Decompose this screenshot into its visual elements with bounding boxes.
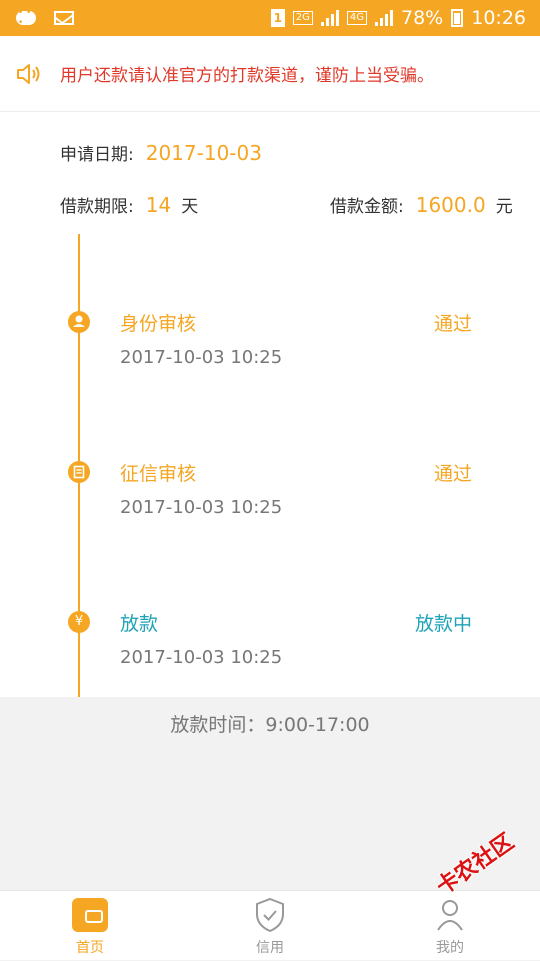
chat-icon [16,8,36,28]
yen-icon: ¥ [68,611,90,633]
mail-icon [54,11,74,25]
tab-label: 首页 [76,940,104,956]
timeline-step-identity: 身份审核 通过 2017-10-03 10:25 [0,311,540,381]
loan-term-unit: 天 [181,197,199,217]
timeline-step-credit: 征信审核 通过 2017-10-03 10:25 [0,461,540,531]
loan-term-value: 14 [145,193,172,217]
document-icon [68,461,90,483]
status-bar: 1 2G 4G 78% 10:26 [0,0,540,36]
apply-date-value: 2017-10-03 [145,141,262,165]
sim-icon: 1 [270,9,285,27]
notice-bar: 用户还款请认准官方的打款渠道，谨防上当受骗。 [0,36,540,112]
step-status: 通过 [433,313,472,335]
tab-label: 我的 [436,940,464,956]
step-status: 放款中 [414,613,472,635]
signal-icon [375,10,393,26]
battery-icon [451,9,464,27]
tab-label: 信用 [256,940,284,956]
bottom-tab-bar: 首页 信用 我的 [0,890,540,960]
tab-credit[interactable]: 信用 [215,891,325,961]
loan-term-row: 借款期限: 14 天 [60,192,198,217]
user-icon [437,900,463,931]
speaker-icon [17,63,40,84]
signal-icon [320,10,339,26]
loan-term-label: 借款期限: [60,197,134,217]
network-2g-label: 2G [292,11,313,25]
loan-amount-label: 借款金额: [330,197,404,217]
step-time: 2017-10-03 10:25 [120,497,283,518]
battery-percent: 78% [401,7,444,29]
loan-amount-row: 借款金额: 1600.0 元 [330,192,513,217]
apply-date-row: 申请日期: 2017-10-03 [60,140,262,165]
tab-mine[interactable]: 我的 [395,891,505,961]
step-status: 通过 [433,463,472,485]
network-4g-label: 4G [346,11,367,25]
step-title: 放款 [120,613,159,635]
timeline-step-disbursement: ¥ 放款 放款中 2017-10-03 10:25 [0,611,540,681]
wallet-icon [72,898,108,932]
apply-date-label: 申请日期: [60,145,134,165]
person-icon [68,311,90,333]
step-title: 身份审核 [120,313,197,335]
notice-text: 用户还款请认准官方的打款渠道，谨防上当受骗。 [60,66,434,86]
progress-timeline: 身份审核 通过 2017-10-03 10:25 征信审核 通过 2017-10… [0,234,540,697]
clock: 10:26 [471,7,526,29]
shield-check-icon [256,897,284,933]
disbursement-hours: 放款时间：9:00-17:00 [170,714,370,736]
tab-home[interactable]: 首页 [35,891,145,961]
loan-amount-unit: 元 [495,197,513,217]
step-time: 2017-10-03 10:25 [120,347,283,368]
loan-info-card: 申请日期: 2017-10-03 借款期限: 14 天 借款金额: 1600.0… [0,112,540,234]
loan-amount-value: 1600.0 [415,193,486,217]
step-time: 2017-10-03 10:25 [120,647,283,668]
step-title: 征信审核 [120,463,197,485]
